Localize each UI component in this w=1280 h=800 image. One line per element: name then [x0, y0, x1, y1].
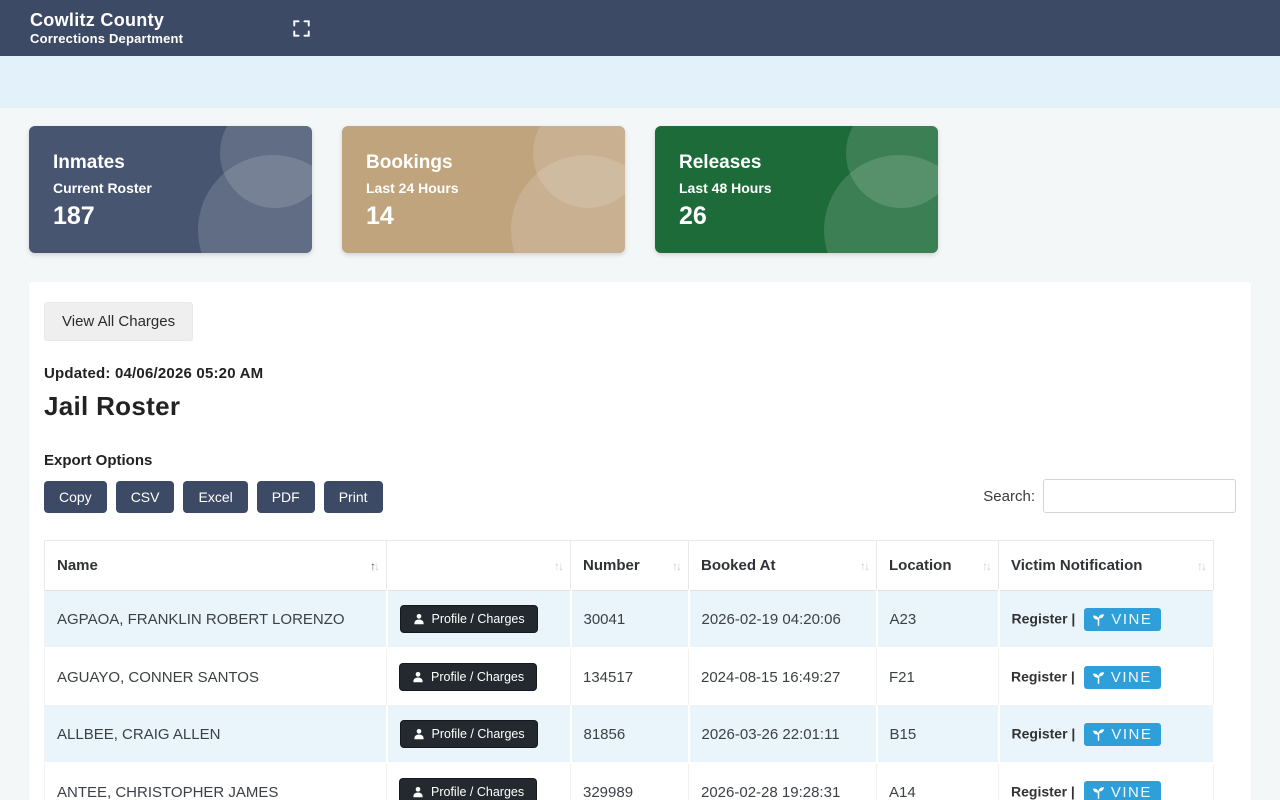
sort-icon: ↑↓	[554, 559, 562, 573]
booked-at: 2026-02-19 04:20:06	[689, 591, 877, 649]
export-options-label: Export Options	[44, 452, 1236, 469]
profile-charges-button[interactable]: Profile / Charges	[400, 720, 538, 748]
profile-charges-button[interactable]: Profile / Charges	[399, 778, 537, 800]
person-icon	[412, 671, 424, 683]
column-header-name[interactable]: Name↑↓	[45, 541, 387, 591]
vine-sprout-icon	[1091, 727, 1106, 742]
sort-icon: ↑↓	[672, 559, 680, 573]
sort-icon: ↑↓	[1197, 559, 1205, 573]
person-icon	[412, 786, 424, 798]
booked-at: 2026-03-26 22:01:11	[689, 706, 877, 764]
export-pdf-button[interactable]: PDF	[257, 481, 315, 513]
table-row: AGUAYO, CONNER SANTOS Profile / Charges …	[45, 648, 1214, 706]
profile-charges-button[interactable]: Profile / Charges	[400, 605, 538, 633]
county-title: Cowlitz County	[30, 10, 183, 32]
person-icon	[413, 728, 425, 740]
booked-at: 2026-02-28 19:28:31	[689, 763, 877, 800]
releases-card: Releases Last 48 Hours 26	[655, 126, 938, 253]
vine-sprout-icon	[1091, 670, 1106, 685]
sort-icon: ↑↓	[860, 559, 868, 573]
inmate-name: AGUAYO, CONNER SANTOS	[45, 648, 387, 706]
export-buttons-group: Copy CSV Excel PDF Print	[44, 481, 383, 513]
sort-icon: ↑↓	[982, 559, 990, 573]
location: A14	[877, 763, 999, 800]
column-header-number[interactable]: Number↑↓	[571, 541, 689, 591]
column-header-location[interactable]: Location↑↓	[877, 541, 999, 591]
inmate-name: AGPAOA, FRANKLIN ROBERT LORENZO	[45, 591, 387, 649]
table-toolbar: Copy CSV Excel PDF Print Search:	[44, 479, 1236, 513]
inmates-card: Inmates Current Roster 187	[29, 126, 312, 253]
location: B15	[877, 706, 999, 764]
table-row: AGPAOA, FRANKLIN ROBERT LORENZO Profile …	[45, 591, 1214, 649]
search-input[interactable]	[1043, 479, 1236, 513]
view-all-charges-button[interactable]: View All Charges	[44, 302, 193, 341]
table-row: ANTEE, CHRISTOPHER JAMES Profile / Charg…	[45, 763, 1214, 800]
inmate-number: 81856	[571, 706, 689, 764]
sort-icon: ↑↓	[370, 559, 378, 573]
vine-sprout-icon	[1091, 785, 1106, 800]
table-header-row: Name↑↓ ↑↓ Number↑↓ Booked At↑↓ Location↑…	[45, 541, 1214, 591]
register-link[interactable]: Register |	[1011, 668, 1075, 684]
booked-at: 2024-08-15 16:49:27	[689, 648, 877, 706]
inmate-number: 30041	[571, 591, 689, 649]
register-link[interactable]: Register |	[1011, 783, 1075, 799]
column-header-victim-notification[interactable]: Victim Notification↑↓	[999, 541, 1214, 591]
export-csv-button[interactable]: CSV	[116, 481, 175, 513]
department-subtitle: Corrections Department	[30, 31, 183, 46]
brand: Cowlitz County Corrections Department	[30, 10, 183, 47]
app-header: Cowlitz County Corrections Department	[0, 0, 1280, 56]
search-area: Search:	[983, 479, 1236, 513]
vine-link[interactable]: VINE	[1084, 666, 1161, 689]
fullscreen-icon[interactable]	[293, 20, 310, 37]
vine-sprout-icon	[1091, 612, 1106, 627]
register-link[interactable]: Register |	[1012, 610, 1076, 626]
hero-band	[0, 56, 1280, 108]
person-icon	[413, 613, 425, 625]
inmate-name: ANTEE, CHRISTOPHER JAMES	[45, 763, 387, 800]
page-title: Jail Roster	[44, 391, 1236, 422]
roster-table: Name↑↓ ↑↓ Number↑↓ Booked At↑↓ Location↑…	[44, 540, 1215, 800]
export-excel-button[interactable]: Excel	[183, 481, 247, 513]
vine-link[interactable]: VINE	[1084, 723, 1161, 746]
inmate-number: 329989	[571, 763, 689, 800]
roster-panel: View All Charges Updated: 04/06/2026 05:…	[29, 282, 1251, 800]
location: A23	[877, 591, 999, 649]
profile-charges-button[interactable]: Profile / Charges	[399, 663, 537, 691]
column-header-booked-at[interactable]: Booked At↑↓	[689, 541, 877, 591]
stat-cards-row: Inmates Current Roster 187 Bookings Last…	[0, 108, 1280, 253]
table-row: ALLBEE, CRAIG ALLEN Profile / Charges 81…	[45, 706, 1214, 764]
inmate-number: 134517	[571, 648, 689, 706]
export-copy-button[interactable]: Copy	[44, 481, 107, 513]
inmate-name: ALLBEE, CRAIG ALLEN	[45, 706, 387, 764]
search-label: Search:	[983, 488, 1035, 505]
column-header-profile[interactable]: ↑↓	[387, 541, 571, 591]
vine-link[interactable]: VINE	[1084, 608, 1161, 631]
location: F21	[877, 648, 999, 706]
updated-timestamp: Updated: 04/06/2026 05:20 AM	[44, 365, 1236, 382]
register-link[interactable]: Register |	[1012, 725, 1076, 741]
export-print-button[interactable]: Print	[324, 481, 383, 513]
bookings-card: Bookings Last 24 Hours 14	[342, 126, 625, 253]
vine-link[interactable]: VINE	[1084, 781, 1161, 800]
